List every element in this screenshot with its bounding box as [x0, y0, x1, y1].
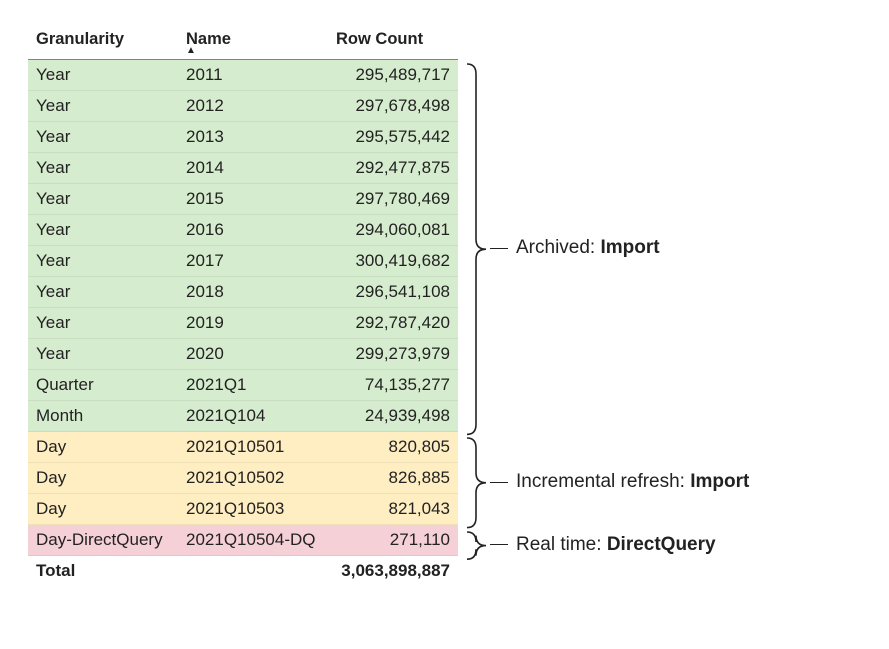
tick-icon	[490, 482, 508, 483]
cell-rowcount: 297,780,469	[328, 184, 458, 215]
label-realtime: Real time: DirectQuery	[490, 534, 716, 556]
cell-rowcount: 271,110	[328, 525, 458, 556]
table-row[interactable]: Year2015297,780,469	[28, 184, 458, 215]
cell-granularity: Day	[28, 432, 178, 463]
label-text: Real time: DirectQuery	[516, 534, 716, 556]
table-row[interactable]: Day2021Q10503821,043	[28, 494, 458, 525]
table-header-row: Granularity Name ▲ Row Count	[28, 24, 458, 60]
label-archived: Archived: Import	[490, 237, 660, 259]
cell-granularity: Year	[28, 184, 178, 215]
cell-granularity: Year	[28, 277, 178, 308]
cell-name: 2021Q1	[178, 370, 328, 401]
table-row[interactable]: Year2013295,575,442	[28, 122, 458, 153]
cell-rowcount: 299,273,979	[328, 339, 458, 370]
cell-name: 2019	[178, 308, 328, 339]
brace-realtime	[464, 530, 490, 561]
brace-incremental	[464, 436, 490, 530]
table-row[interactable]: Year2018296,541,108	[28, 277, 458, 308]
cell-granularity: Year	[28, 339, 178, 370]
cell-granularity: Year	[28, 60, 178, 91]
cell-name: 2011	[178, 60, 328, 91]
cell-granularity: Year	[28, 246, 178, 277]
cell-granularity: Year	[28, 308, 178, 339]
cell-rowcount: 300,419,682	[328, 246, 458, 277]
cell-name: 2018	[178, 277, 328, 308]
cell-rowcount: 295,575,442	[328, 122, 458, 153]
table-row[interactable]: Day2021Q10501820,805	[28, 432, 458, 463]
table-row[interactable]: Year2019292,787,420	[28, 308, 458, 339]
brace-archived	[464, 62, 490, 436]
cell-name: 2021Q104	[178, 401, 328, 432]
cell-rowcount: 24,939,498	[328, 401, 458, 432]
cell-granularity: Day-DirectQuery	[28, 525, 178, 556]
label-incremental: Incremental refresh: Import	[490, 471, 749, 493]
table-body: Year2011295,489,717Year2012297,678,498Ye…	[28, 60, 458, 587]
cell-granularity: Year	[28, 91, 178, 122]
label-text: Archived: Import	[516, 237, 660, 259]
table-row[interactable]: Year2020299,273,979	[28, 339, 458, 370]
tick-icon	[490, 248, 508, 249]
cell-rowcount: 296,541,108	[328, 277, 458, 308]
table-row[interactable]: Year2017300,419,682	[28, 246, 458, 277]
cell-rowcount: 297,678,498	[328, 91, 458, 122]
cell-name: 2021Q10502	[178, 463, 328, 494]
cell-name: 2014	[178, 153, 328, 184]
cell-granularity: Year	[28, 215, 178, 246]
table-row[interactable]: Year2012297,678,498	[28, 91, 458, 122]
cell-rowcount: 292,787,420	[328, 308, 458, 339]
cell-rowcount: 294,060,081	[328, 215, 458, 246]
cell-rowcount: 820,805	[328, 432, 458, 463]
table-row[interactable]: Month2021Q10424,939,498	[28, 401, 458, 432]
cell-name: 2012	[178, 91, 328, 122]
cell-name: 2021Q10503	[178, 494, 328, 525]
cell-name: 2021Q10504-DQ	[178, 525, 328, 556]
table-row[interactable]: Day-DirectQuery2021Q10504-DQ271,110	[28, 525, 458, 556]
table-row[interactable]: Day2021Q10502826,885	[28, 463, 458, 494]
cell-granularity: Day	[28, 463, 178, 494]
table-row[interactable]: Quarter2021Q174,135,277	[28, 370, 458, 401]
table-total-row: Total 3,063,898,887	[28, 556, 458, 587]
total-value: 3,063,898,887	[328, 556, 458, 587]
cell-rowcount: 826,885	[328, 463, 458, 494]
table-row[interactable]: Year2011295,489,717	[28, 60, 458, 91]
cell-name: 2017	[178, 246, 328, 277]
col-rowcount-header[interactable]: Row Count	[328, 24, 458, 60]
cell-name: 2013	[178, 122, 328, 153]
cell-granularity: Year	[28, 153, 178, 184]
cell-name: 2021Q10501	[178, 432, 328, 463]
partition-table: Granularity Name ▲ Row Count Year2011295…	[28, 24, 458, 586]
cell-granularity: Day	[28, 494, 178, 525]
sort-asc-icon: ▲	[186, 47, 320, 55]
label-text: Incremental refresh: Import	[516, 471, 749, 493]
table-row[interactable]: Year2014292,477,875	[28, 153, 458, 184]
cell-granularity: Quarter	[28, 370, 178, 401]
cell-rowcount: 292,477,875	[328, 153, 458, 184]
cell-granularity: Year	[28, 122, 178, 153]
col-granularity-header[interactable]: Granularity	[28, 24, 178, 60]
cell-name: 2016	[178, 215, 328, 246]
cell-name: 2020	[178, 339, 328, 370]
cell-name: 2015	[178, 184, 328, 215]
cell-rowcount: 821,043	[328, 494, 458, 525]
tick-icon	[490, 544, 508, 545]
cell-granularity: Month	[28, 401, 178, 432]
cell-rowcount: 74,135,277	[328, 370, 458, 401]
cell-rowcount: 295,489,717	[328, 60, 458, 91]
col-name-header[interactable]: Name ▲	[178, 24, 328, 60]
table-row[interactable]: Year2016294,060,081	[28, 215, 458, 246]
total-label: Total	[28, 556, 178, 587]
